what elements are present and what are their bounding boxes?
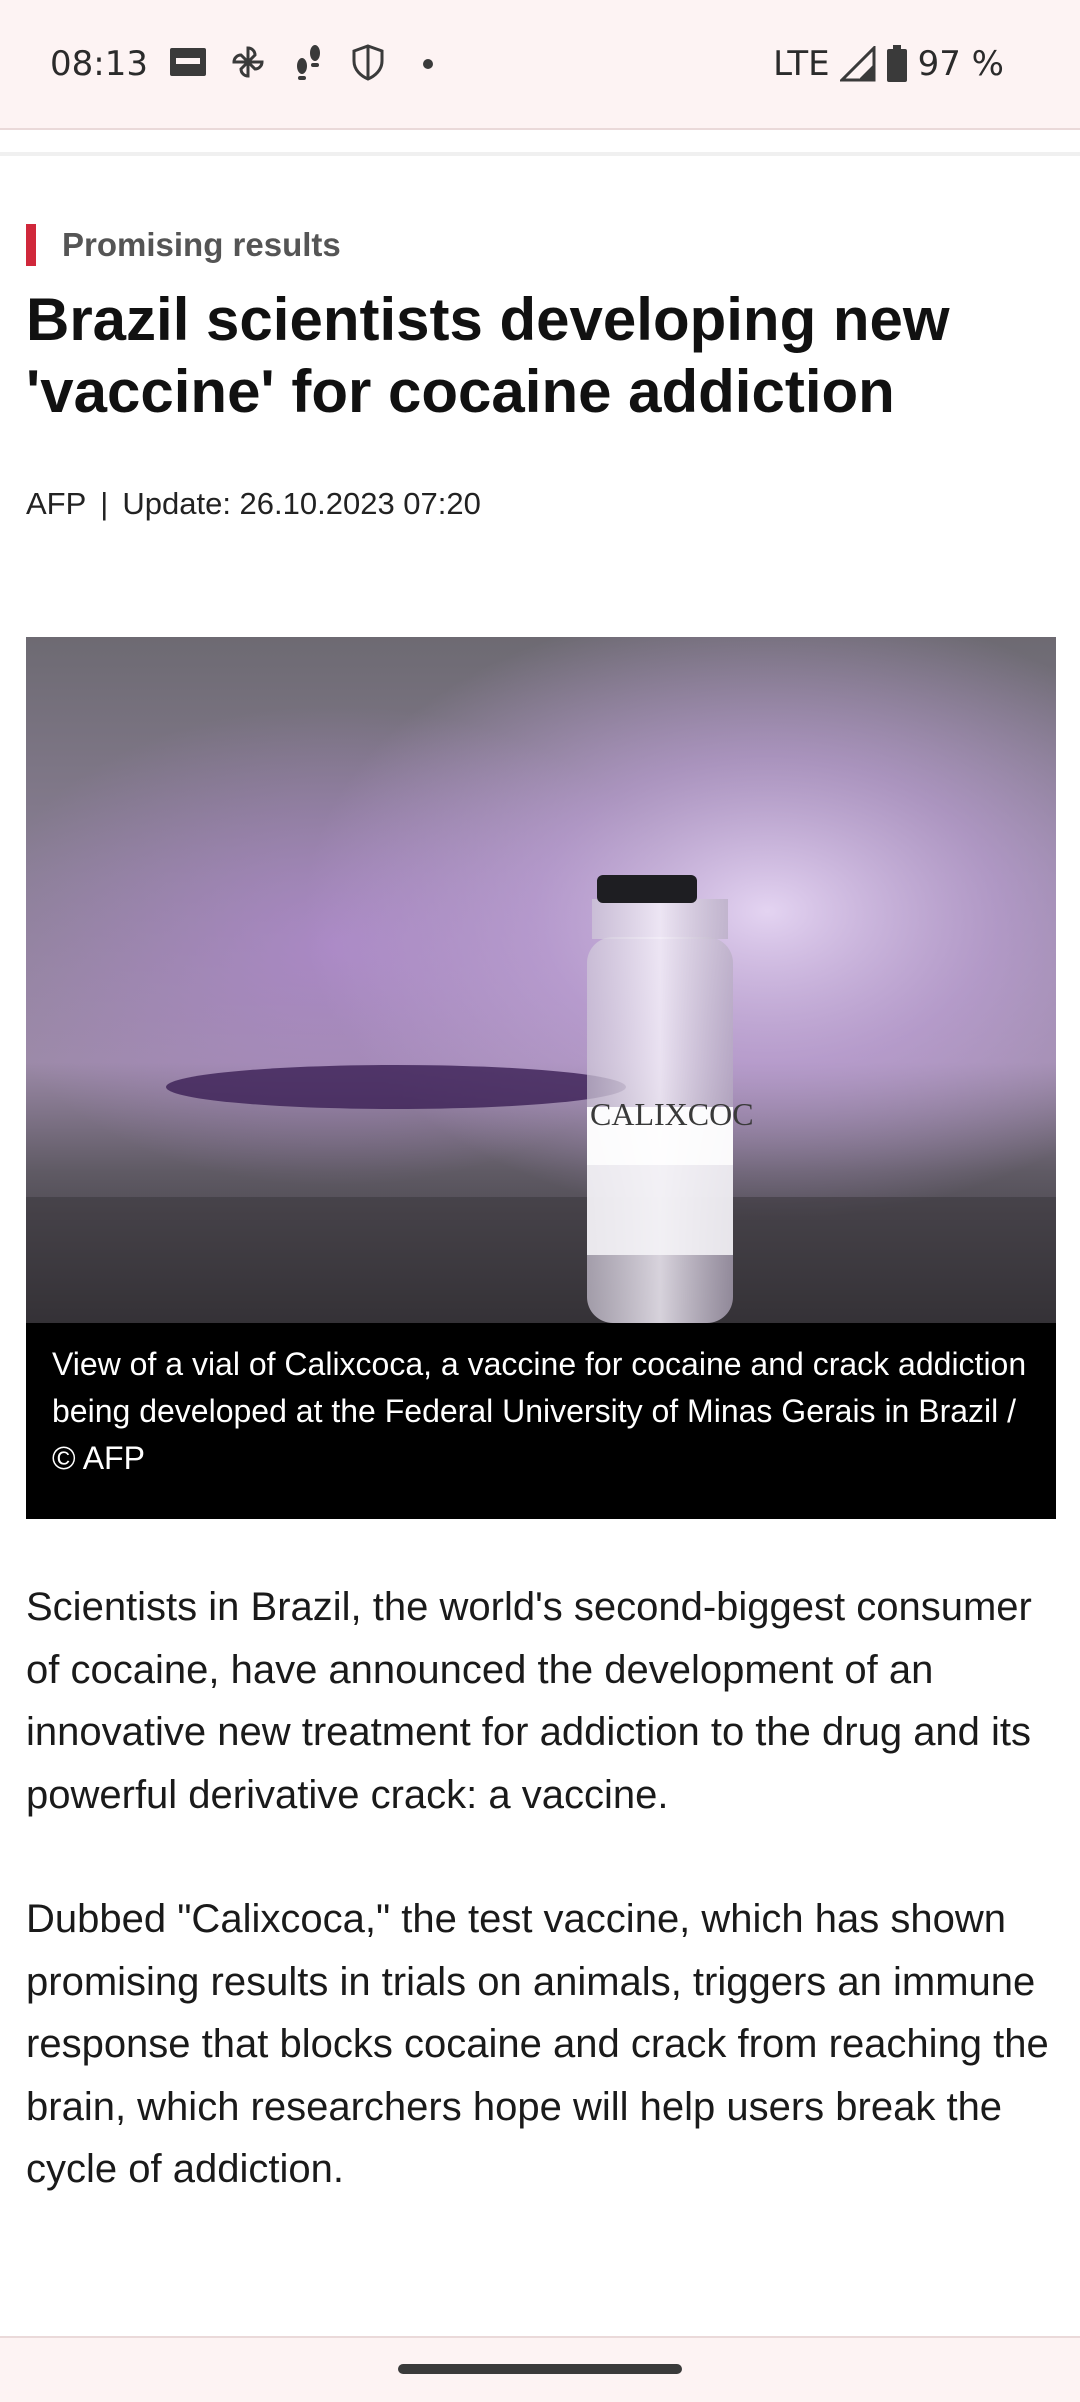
navigation-bar (0, 2336, 1080, 2402)
article-kicker: Promising results (26, 224, 341, 266)
article-body: Scientists in Brazil, the world's second… (26, 1576, 1056, 2263)
signal-icon (839, 46, 876, 82)
status-bar: 08:13 LTE 97 % (0, 0, 1080, 130)
home-gesture-handle[interactable] (398, 2364, 682, 2374)
pinwheel-icon (228, 42, 268, 82)
status-right: LTE 97 % (773, 44, 1004, 84)
article-headline: Brazil scientists developing new 'vaccin… (26, 286, 950, 425)
kicker-accent-bar (26, 224, 36, 266)
article-photo[interactable]: CALIXCOC (26, 637, 1056, 1323)
network-type: LTE (773, 44, 830, 84)
vial-label: CALIXCOC (590, 1096, 754, 1132)
byline-separator: | (100, 486, 109, 521)
photo-caption: View of a vial of Calixcoca, a vaccine f… (26, 1323, 1056, 1519)
article-source: AFP (26, 486, 87, 521)
shield-icon (348, 42, 388, 82)
header-divider (0, 152, 1080, 156)
paragraph-1: Scientists in Brazil, the world's second… (26, 1585, 1032, 1817)
battery-icon (886, 45, 907, 82)
battery-level: 97 % (917, 44, 1004, 84)
article-updated: Update: 26.10.2023 07:20 (122, 486, 481, 521)
footsteps-icon (288, 42, 328, 82)
news-app-icon (168, 42, 208, 82)
article-figure: CALIXCOC View of a vial of Calixcoca, a … (26, 637, 1056, 1519)
paragraph-2: Dubbed "Calixcoca," the test vaccine, wh… (26, 1897, 1049, 2191)
dot-icon (408, 42, 448, 82)
notification-icons (168, 42, 448, 82)
status-time: 08:13 (50, 44, 148, 84)
article-byline: AFP | Update: 26.10.2023 07:20 (26, 486, 481, 522)
kicker-text: Promising results (62, 226, 341, 263)
